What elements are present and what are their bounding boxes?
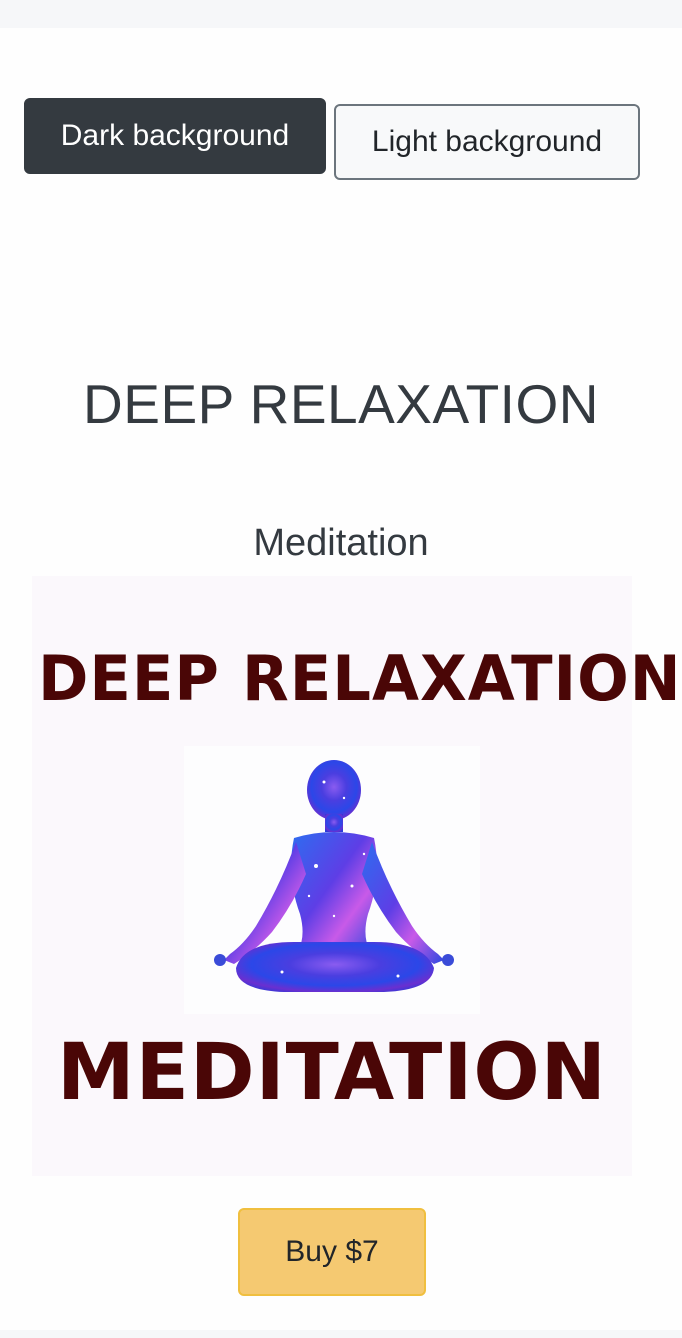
meditation-figure-frame: [184, 746, 480, 1014]
product-image: DEEP RELAXATION MEDITATION: [32, 576, 682, 1176]
image-subtitle-text: MEDITATION: [57, 1028, 607, 1118]
light-background-button[interactable]: Light background: [334, 104, 640, 180]
bottom-bar: [0, 1330, 682, 1338]
product-subtitle: Meditation: [253, 522, 429, 564]
product-title: DEEP RELAXATION: [83, 373, 599, 435]
top-bar: [0, 0, 682, 28]
dark-background-button[interactable]: Dark background: [24, 98, 326, 174]
image-title-text: DEEP RELAXATION: [38, 642, 682, 715]
meditation-figure-icon: [214, 760, 454, 992]
buy-button[interactable]: Buy $7: [238, 1208, 426, 1296]
